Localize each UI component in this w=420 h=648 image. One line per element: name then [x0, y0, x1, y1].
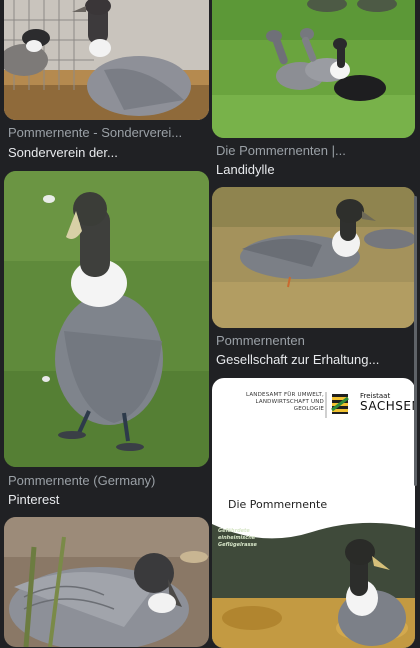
- document-title: Die Pommernente: [228, 498, 328, 511]
- result-3-source[interactable]: Pommernente (Germany): [8, 473, 208, 489]
- image-result-5[interactable]: [4, 517, 209, 647]
- image-result-3[interactable]: Pommernente (Germany) Pinterest: [4, 171, 209, 511]
- image-result-2[interactable]: Die Pommernenten |... Landidylle: [212, 0, 415, 180]
- result-1-thumbnail[interactable]: [4, 0, 209, 120]
- image-result-6[interactable]: LANDESAMT FÜR UMWELT, LANDWIRTSCHAFT UND…: [212, 378, 415, 648]
- image-result-4[interactable]: Pommernenten Gesellschaft zur Erhaltung.…: [212, 187, 415, 373]
- result-1-title[interactable]: Sonderverein der...: [8, 145, 208, 161]
- result-1-source[interactable]: Pommernente - Sonderverei...: [8, 125, 208, 141]
- agency-name: LANDESAMT FÜR UMWELT, LANDWIRTSCHAFT UND…: [245, 392, 324, 412]
- result-4-thumbnail[interactable]: [212, 187, 415, 328]
- saxony-coat-of-arms-icon: [325, 392, 349, 418]
- result-3-thumbnail[interactable]: [4, 171, 209, 467]
- scrollbar[interactable]: [414, 196, 417, 486]
- image-result-1[interactable]: Pommernente - Sonderverei... Sonderverei…: [4, 0, 209, 162]
- result-6-thumbnail[interactable]: LANDESAMT FÜR UMWELT, LANDWIRTSCHAFT UND…: [212, 378, 415, 648]
- result-3-title[interactable]: Pinterest: [8, 492, 208, 508]
- document-overlay-text: Gefährdete einheimische Geflügelrasse: [218, 528, 257, 548]
- state-label: SACHSEN: [360, 399, 415, 413]
- result-2-title[interactable]: Landidylle: [216, 162, 414, 178]
- result-4-source[interactable]: Pommernenten: [216, 333, 414, 349]
- result-2-source[interactable]: Die Pommernenten |...: [216, 143, 414, 159]
- result-4-title[interactable]: Gesellschaft zur Erhaltung...: [216, 352, 414, 368]
- result-2-thumbnail[interactable]: [212, 0, 415, 138]
- result-5-thumbnail[interactable]: [4, 517, 209, 647]
